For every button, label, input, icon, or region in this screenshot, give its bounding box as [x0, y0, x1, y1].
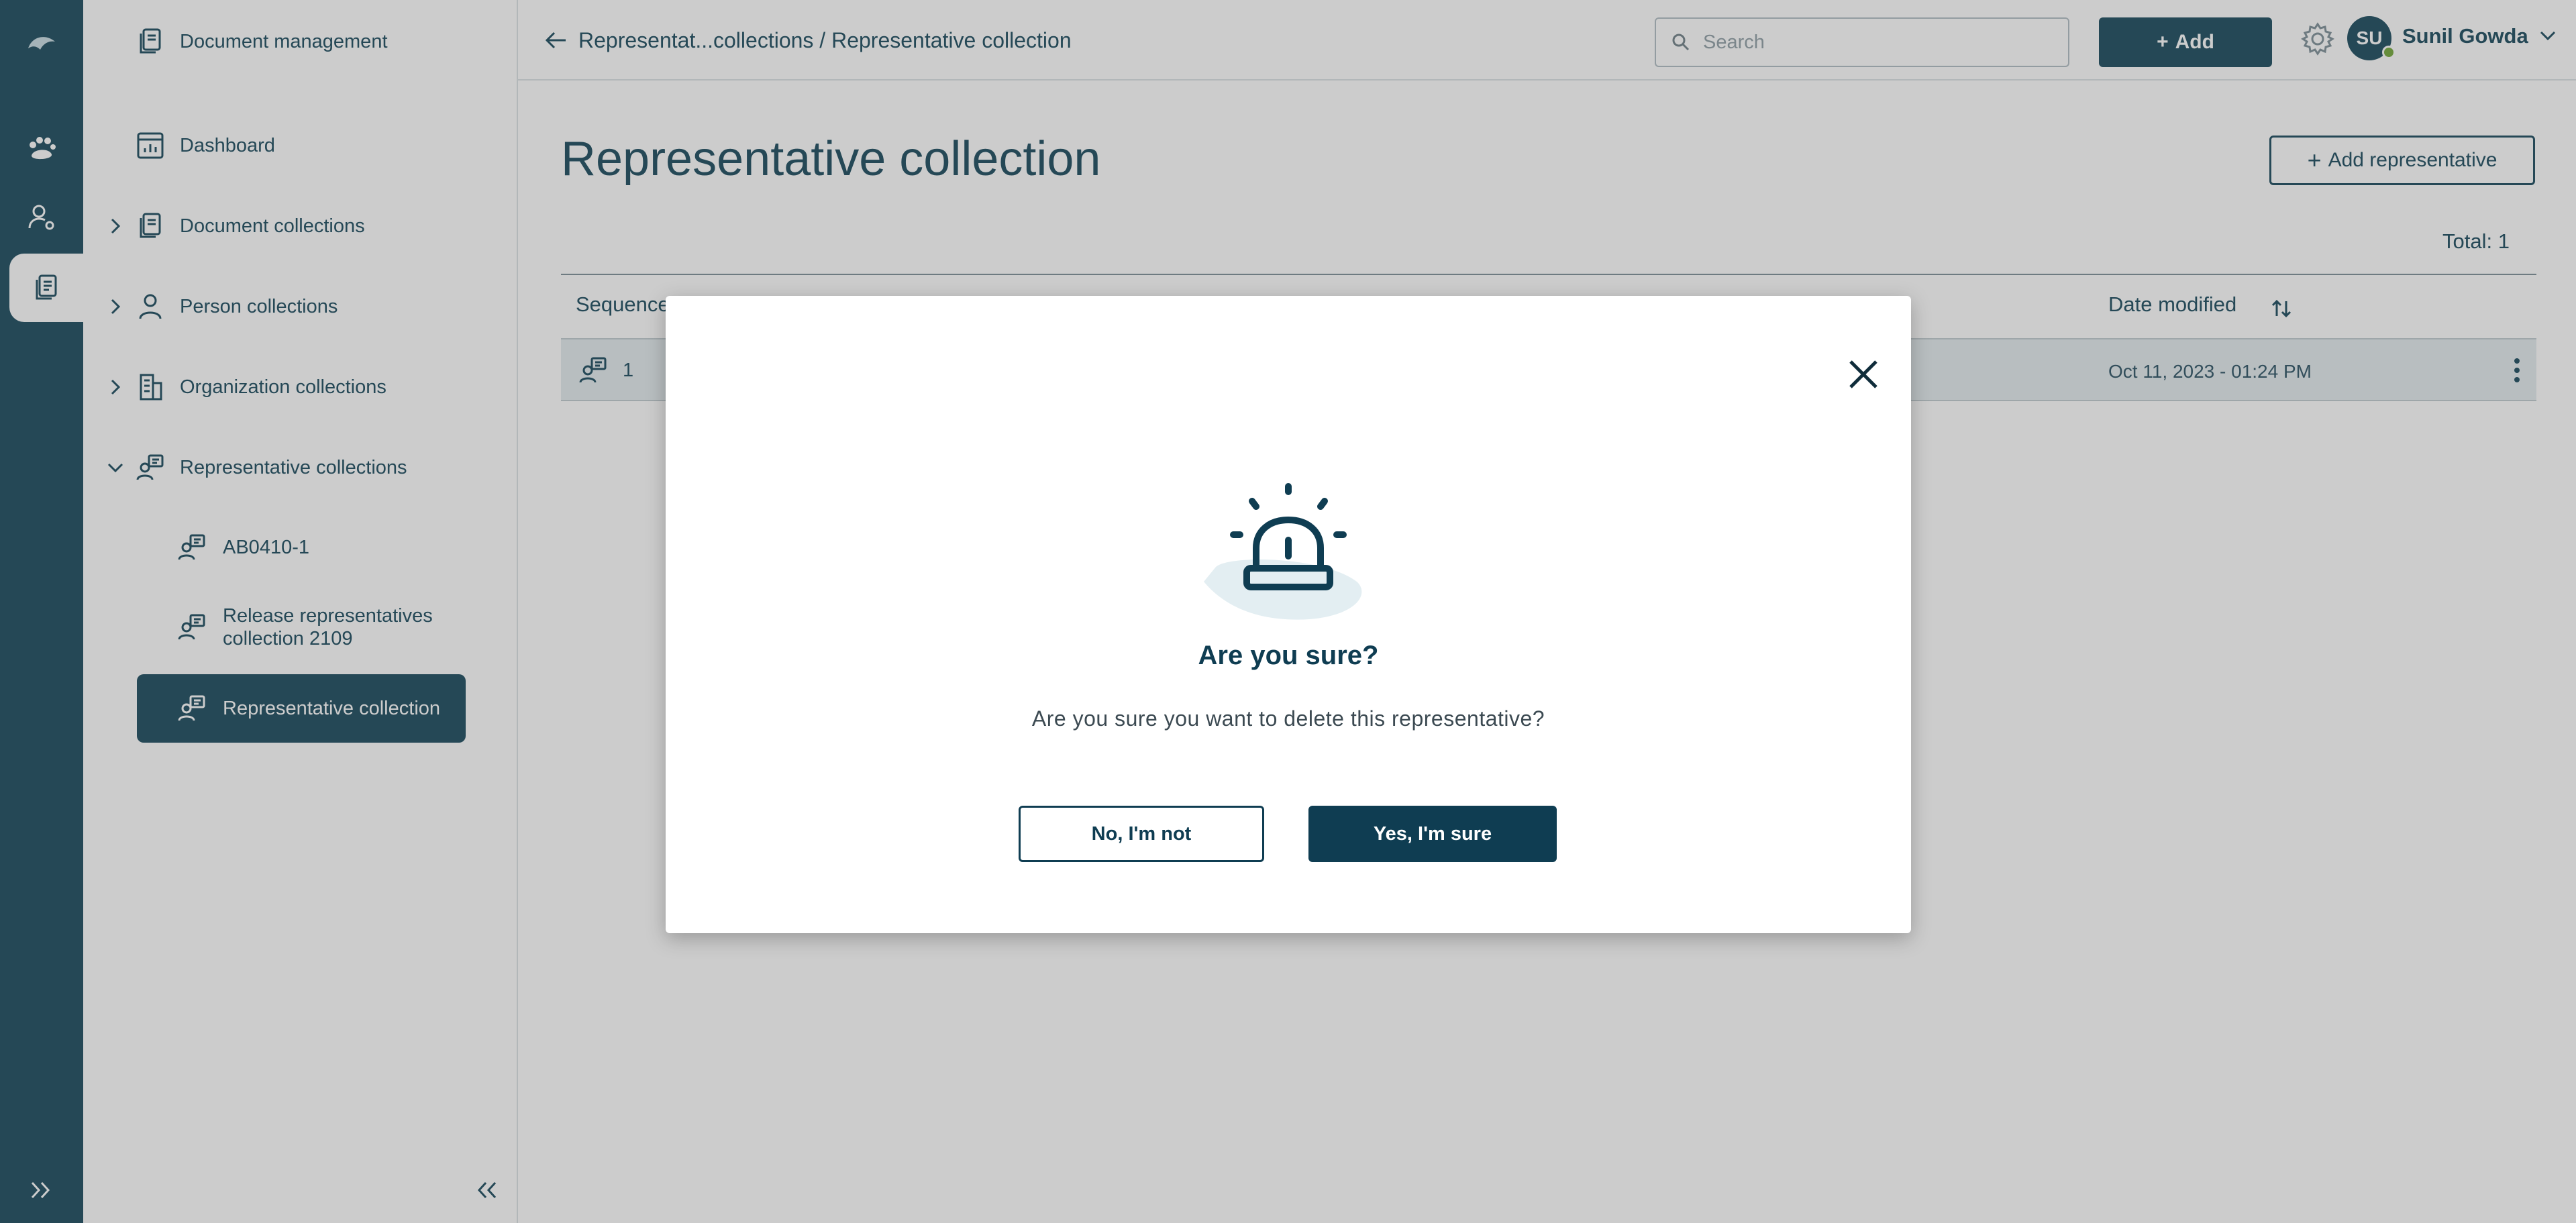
- dialog-title: Are you sure?: [1198, 641, 1379, 670]
- alarm-siren-icon: [1189, 481, 1388, 623]
- dialog-message: Are you sure you want to delete this rep…: [1031, 706, 1545, 731]
- confirm-button[interactable]: Yes, I'm sure: [1308, 806, 1557, 862]
- cancel-button[interactable]: No, I'm not: [1019, 806, 1264, 862]
- confirm-delete-dialog: Are you sure? Are you sure you want to d…: [666, 296, 1911, 933]
- close-icon[interactable]: [1843, 354, 1884, 395]
